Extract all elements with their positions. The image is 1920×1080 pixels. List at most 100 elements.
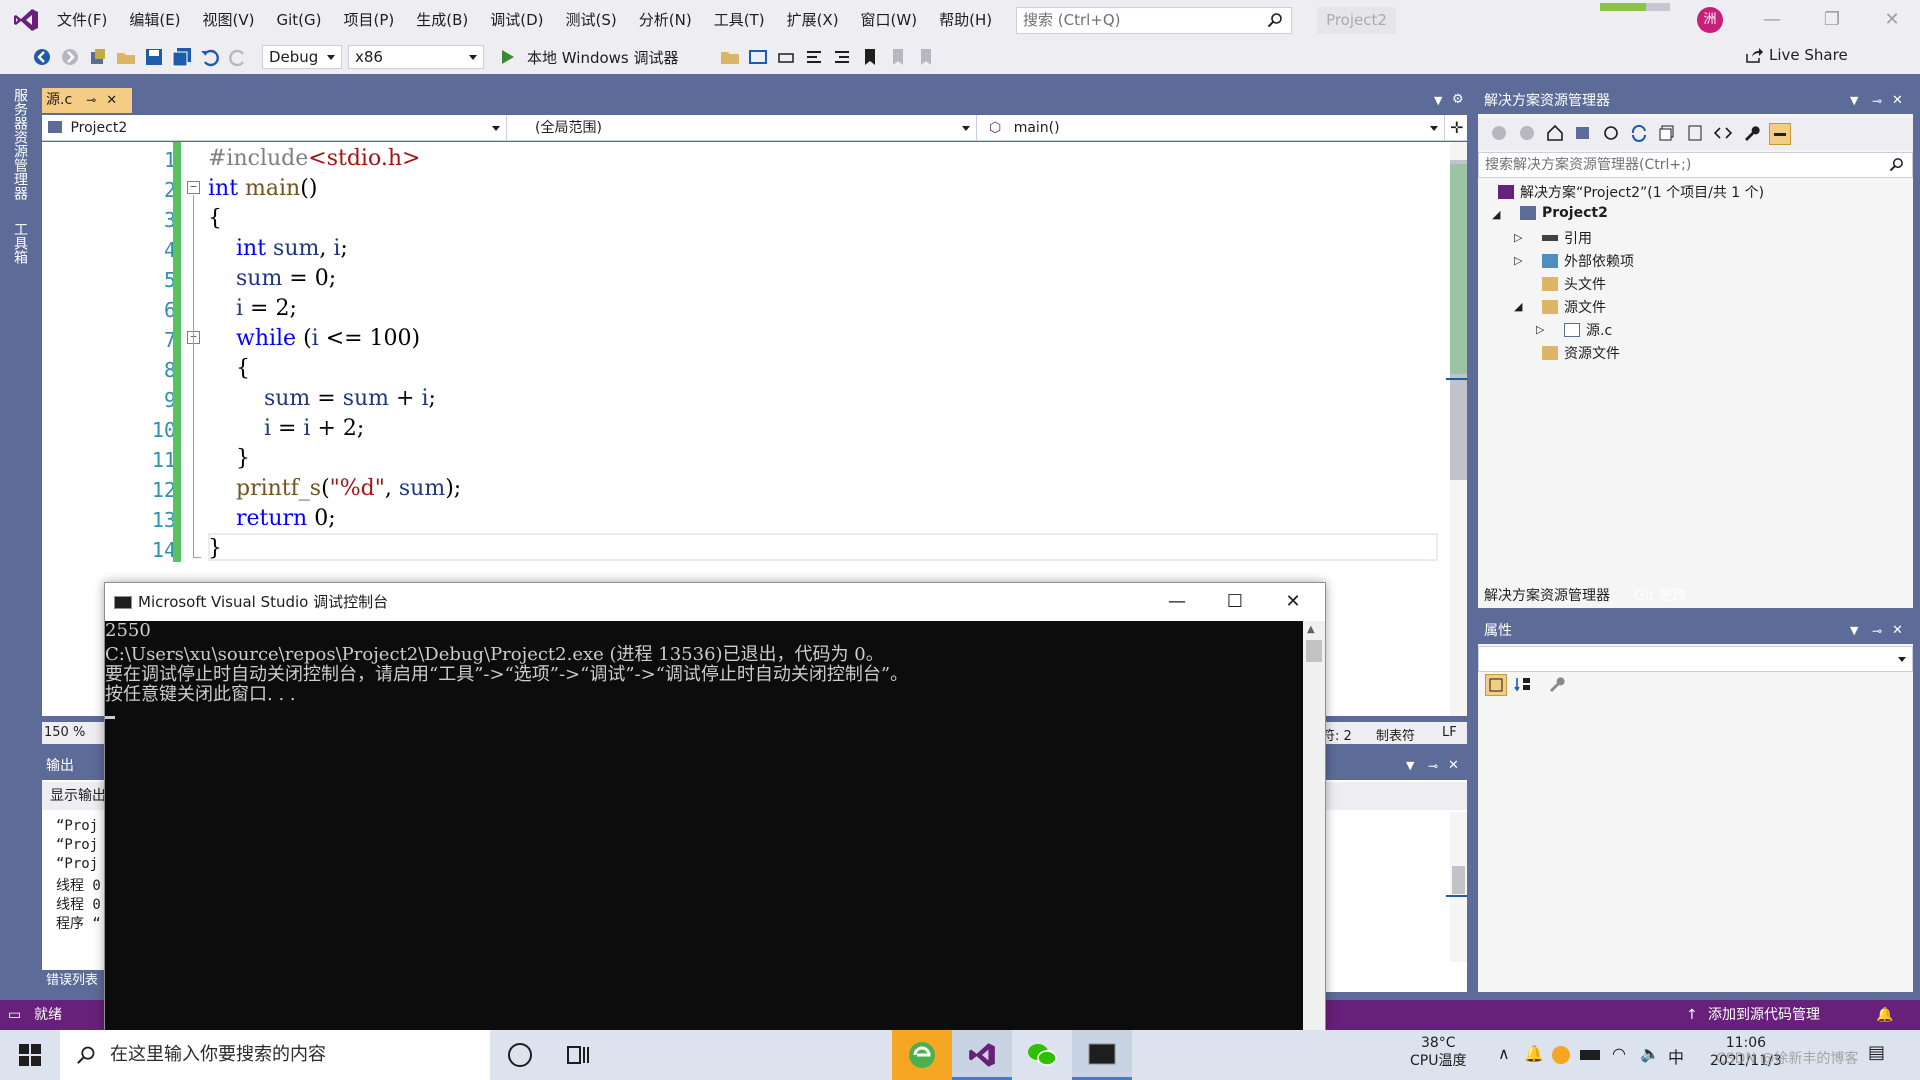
switch-view-icon[interactable] (1573, 123, 1595, 145)
uncomment-icon[interactable] (831, 46, 853, 68)
refresh-icon[interactable] (1629, 123, 1651, 145)
menu-extensions[interactable]: 扩展(X) (776, 0, 850, 40)
maximize-button[interactable]: ❐ (1802, 0, 1862, 40)
show-all-files-icon[interactable] (1685, 123, 1707, 145)
collapsed-arrow-icon[interactable]: ▷ (1514, 231, 1522, 244)
indent-mode[interactable]: 制表符 (1376, 725, 1415, 744)
taskbar-app-console[interactable] (1072, 1030, 1132, 1080)
ime-indicator[interactable]: 中 (1668, 1044, 1684, 1068)
output-scroll-thumb[interactable] (1452, 866, 1465, 894)
redo-icon[interactable] (227, 46, 249, 68)
tab-git-changes[interactable]: Git 更改 (1628, 584, 1693, 608)
output-window-icon[interactable]: ▭ (8, 1000, 21, 1030)
tree-resource-files[interactable]: 资源文件 (1542, 343, 1620, 363)
properties-object-select[interactable] (1478, 646, 1913, 672)
back-icon[interactable] (31, 46, 53, 68)
column-indicator[interactable]: 符: 2 (1322, 725, 1352, 744)
volume-icon[interactable]: 🔈 (1640, 1044, 1660, 1063)
nav-project-select[interactable]: Project2 (42, 115, 507, 141)
task-view-icon[interactable] (566, 1044, 590, 1066)
tree-header-files[interactable]: 头文件 (1542, 274, 1606, 294)
find-in-files-icon[interactable] (719, 46, 741, 68)
new-project-icon[interactable] (87, 46, 109, 68)
tree-references[interactable]: 引用 (1542, 228, 1592, 248)
save-all-icon[interactable] (171, 46, 193, 68)
pin-icon[interactable]: ⊸ (1428, 752, 1438, 780)
taskbar-app-browser[interactable] (892, 1030, 952, 1080)
tab-overflow-icon[interactable]: ▼ (1434, 94, 1442, 107)
zoom-level[interactable]: 150 % (44, 725, 85, 740)
open-folder-icon[interactable] (115, 46, 137, 68)
undo-icon[interactable] (199, 46, 221, 68)
console-scroll-thumb[interactable] (1306, 640, 1322, 662)
properties-wrench-icon[interactable] (1741, 123, 1763, 145)
cpu-temperature[interactable]: 38°C CPU温度 (1410, 1034, 1466, 1070)
menu-window[interactable]: 窗口(W) (850, 0, 929, 40)
expanded-arrow-icon[interactable]: ◢ (1514, 300, 1522, 313)
add-to-source-control-button[interactable]: 添加到源代码管理 (1708, 1000, 1820, 1030)
start-debugging-button[interactable]: 本地 Windows 调试器 (527, 47, 679, 68)
tray-overflow-icon[interactable]: ∧ (1498, 1044, 1510, 1063)
pin-icon[interactable]: ⊸ (1872, 618, 1882, 644)
panel-menu-icon[interactable]: ▼ (1850, 618, 1858, 644)
bookmark-icon[interactable] (859, 46, 881, 68)
account-avatar[interactable]: 洲 (1697, 7, 1723, 33)
panel-menu-icon[interactable]: ▼ (1850, 88, 1858, 114)
collapse-all-icon[interactable] (1657, 123, 1679, 145)
nav-scope-select[interactable]: (全局范围) (509, 115, 977, 141)
save-icon[interactable] (143, 46, 165, 68)
close-panel-icon[interactable]: ✕ (1892, 618, 1903, 644)
menu-project[interactable]: 项目(P) (333, 0, 406, 40)
tree-external-deps[interactable]: 外部依赖项 (1542, 251, 1634, 271)
panel-menu-icon[interactable]: ▼ (1406, 752, 1414, 780)
pin-icon[interactable]: ⊸ (86, 88, 96, 113)
pin-icon[interactable]: ⊸ (1872, 88, 1882, 114)
toolbox-tab[interactable]: 工具箱 (8, 222, 30, 264)
forward-icon[interactable] (1517, 123, 1539, 145)
server-explorer-tab[interactable]: 服务器资源管理器 (8, 88, 30, 200)
menu-file[interactable]: 文件(F) (46, 0, 118, 40)
minimize-button[interactable]: — (1742, 0, 1802, 40)
taskbar-app-visual-studio[interactable] (952, 1030, 1012, 1080)
line-ending[interactable]: LF (1442, 725, 1457, 740)
menu-git[interactable]: Git(G) (266, 0, 333, 40)
next-bookmark-icon[interactable] (915, 46, 937, 68)
configuration-select[interactable]: Debug (262, 45, 342, 69)
start-debugging-icon[interactable] (496, 46, 518, 68)
expanded-arrow-icon[interactable]: ◢ (1492, 208, 1500, 221)
battery-icon[interactable] (1580, 1050, 1600, 1060)
alphabetical-icon[interactable] (1513, 674, 1535, 696)
home-icon[interactable] (1545, 123, 1567, 145)
tree-project[interactable]: Project2 (1520, 205, 1608, 221)
tab-solution-explorer[interactable]: 解决方案资源管理器 (1478, 584, 1616, 608)
scroll-up-icon[interactable]: ▲ (1307, 624, 1315, 635)
close-panel-icon[interactable]: ✕ (1448, 752, 1459, 780)
menu-debug[interactable]: 调试(D) (479, 0, 554, 40)
windows-start-icon[interactable] (18, 1043, 42, 1067)
close-button[interactable]: ✕ (1862, 0, 1920, 40)
prev-bookmark-icon[interactable] (887, 46, 909, 68)
back-icon[interactable] (1489, 123, 1511, 145)
menu-tools[interactable]: 工具(T) (703, 0, 776, 40)
gear-icon[interactable]: ⚙ (1452, 92, 1464, 107)
platform-select[interactable]: x86 (348, 45, 484, 69)
solution-search-input[interactable]: 搜索解决方案资源管理器(Ctrl+;) (1478, 152, 1913, 178)
taskbar-search-input[interactable]: 在这里输入你要搜索的内容 (60, 1030, 490, 1080)
split-editor-icon[interactable]: ✛ (1450, 118, 1463, 137)
menu-edit[interactable]: 编辑(E) (118, 0, 191, 40)
close-panel-icon[interactable]: ✕ (1892, 88, 1903, 114)
live-share-button[interactable]: Live Share (1745, 46, 1848, 64)
comment-icon[interactable] (803, 46, 825, 68)
menu-build[interactable]: 生成(B) (405, 0, 479, 40)
console-close-button[interactable]: ✕ (1264, 583, 1322, 621)
step-icon[interactable] (775, 46, 797, 68)
forward-icon[interactable] (59, 46, 81, 68)
menu-help[interactable]: 帮助(H) (928, 0, 1003, 40)
menu-view[interactable]: 视图(V) (192, 0, 266, 40)
network-icon[interactable]: ◠ (1612, 1044, 1626, 1063)
tray-notification-icon[interactable]: 🔔 (1524, 1044, 1544, 1063)
console-maximize-button[interactable]: ☐ (1206, 583, 1264, 621)
global-search-input[interactable]: 搜索 (Ctrl+Q) (1016, 7, 1292, 34)
close-tab-icon[interactable]: ✕ (106, 88, 117, 113)
notifications-bell-icon[interactable]: 🔔 (1876, 1000, 1893, 1030)
